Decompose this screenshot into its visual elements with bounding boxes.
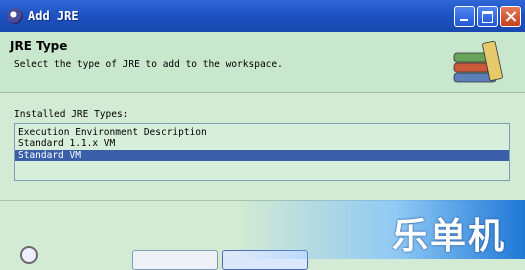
list-label: Installed JRE Types: [14,109,129,120]
books-icon [453,40,503,83]
list-item[interactable]: Execution Environment Description [18,127,207,138]
close-button[interactable] [500,6,521,27]
eclipse-icon [7,8,23,24]
list-item[interactable]: Standard 1.1.x VM [18,138,115,149]
page-title: JRE Type [10,39,68,53]
title-bar: Add JRE [0,0,525,32]
back-button[interactable] [132,250,218,270]
jre-types-list[interactable]: Execution Environment Description Standa… [14,123,510,181]
list-item-selected[interactable]: Standard VM [15,150,509,161]
minimize-button[interactable] [454,6,475,27]
help-icon[interactable] [20,246,38,264]
page-description: Select the type of JRE to add to the wor… [14,59,283,70]
watermark-text: 乐单机 [392,216,507,257]
window-title: Add JRE [28,9,79,23]
maximize-button[interactable] [477,6,498,27]
wizard-header: JRE Type Select the type of JRE to add t… [0,32,525,93]
